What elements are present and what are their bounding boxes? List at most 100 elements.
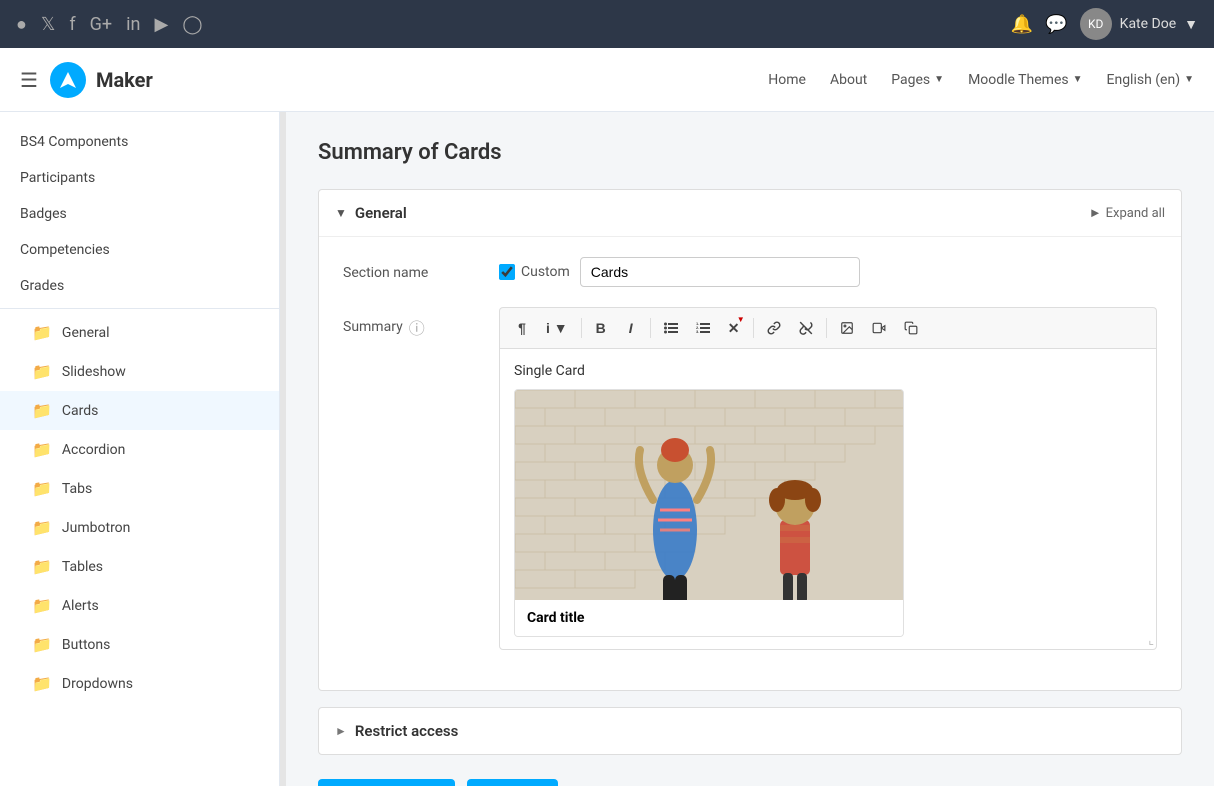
sidebar-item-grades[interactable]: Grades [0,268,279,304]
toolbar-clear-format-btn[interactable]: ✕ ▼ [720,314,748,342]
nav-home[interactable]: Home [768,72,806,88]
sidebar-item-buttons[interactable]: 📁 Buttons [0,625,279,664]
toolbar-info-btn[interactable]: i ▼ [538,314,576,342]
tabs-folder-icon: 📁 [32,479,52,498]
toolbar-copy-btn[interactable] [896,314,926,342]
sidebar-item-dropdowns[interactable]: 📁 Dropdowns [0,664,279,703]
google-plus-icon[interactable]: G+ [90,14,112,35]
jumbotron-label: Jumbotron [62,520,130,536]
instagram-icon[interactable]: ◯ [182,14,202,35]
toolbar-paragraph-btn[interactable]: ¶ [508,314,536,342]
sidebar: BS4 Components Participants Badges Compe… [0,112,280,786]
sidebar-item-tabs[interactable]: 📁 Tabs [0,469,279,508]
toolbar-image-btn[interactable] [832,314,862,342]
sidebar-item-bs4[interactable]: BS4 Components [0,124,279,160]
moodle-caret-icon: ▼ [1073,74,1083,85]
section-name-controls: Custom [499,257,1157,287]
user-name: Kate Doe [1120,16,1176,32]
nav-pages[interactable]: Pages ▼ [891,72,944,88]
user-dropdown-icon[interactable]: ▼ [1184,16,1198,33]
custom-checkbox[interactable] [499,264,515,280]
svg-text:3.: 3. [696,329,699,334]
badges-label: Badges [20,206,67,222]
topbar-social-links: ● 𝕏 f G+ in ▶ ◯ [16,14,202,35]
nav-language[interactable]: English (en) ▼ [1107,72,1195,88]
sidebar-item-badges[interactable]: Badges [0,196,279,232]
card-title-area: Card title [515,600,903,636]
jumbotron-folder-icon: 📁 [32,518,52,537]
editor-area: Single Card [499,348,1157,650]
hamburger-menu[interactable]: ☰ [20,68,38,92]
brand-icon [50,62,86,98]
expand-all-button[interactable]: ► Expand all [1089,205,1165,221]
save-changes-button[interactable]: Save changes [318,779,455,786]
cards-label: Cards [62,403,98,419]
buttons-label: Buttons [62,637,110,653]
bs4-label: BS4 Components [20,134,128,150]
restrict-access-header[interactable]: ► Restrict access [319,708,1181,754]
toolbar-italic-btn[interactable]: I [617,314,645,342]
facebook-icon[interactable]: f [69,14,75,35]
toolbar-sep-1 [581,318,582,338]
toolbar-unordered-list-btn[interactable] [656,314,686,342]
user-menu[interactable]: KD Kate Doe ▼ [1080,8,1198,40]
globe-icon[interactable]: ● [16,14,27,35]
general-label: General [62,325,110,341]
tabs-label: Tabs [62,481,92,497]
toolbar-link-btn[interactable] [759,314,789,342]
brand-name: Maker [96,68,153,92]
toolbar-unlink-btn[interactable] [791,314,821,342]
editor-resize-handle[interactable]: ⌞ [1148,633,1154,647]
sidebar-item-cards[interactable]: 📁 Cards [0,391,279,430]
brand: Maker [50,62,153,98]
custom-checkbox-label[interactable]: Custom [499,264,570,280]
toolbar-ordered-list-btn[interactable]: 1.2.3. [688,314,718,342]
general-section-body: Section name Custom Summary ⓘ [319,237,1181,690]
sidebar-item-competencies[interactable]: Competencies [0,232,279,268]
main-nav: Home About Pages ▼ Moodle Themes ▼ Engli… [768,72,1194,88]
section-name-input[interactable] [580,257,860,287]
expand-all-label: Expand all [1106,206,1165,221]
sidebar-item-general[interactable]: 📁 General [0,313,279,352]
alerts-label: Alerts [62,598,99,614]
main-layout: BS4 Components Participants Badges Compe… [0,112,1214,786]
sidebar-divider [0,308,279,309]
topbar-user-area: 🔔 💬 KD Kate Doe ▼ [1011,8,1198,40]
tables-folder-icon: 📁 [32,557,52,576]
nav-moodle-themes[interactable]: Moodle Themes ▼ [968,72,1082,88]
pages-caret-icon: ▼ [934,74,944,85]
accordion-label: Accordion [62,442,125,458]
toolbar-bold-btn[interactable]: B [587,314,615,342]
sidebar-item-participants[interactable]: Participants [0,160,279,196]
youtube-icon[interactable]: ▶ [154,14,168,35]
card-preview: Card title [514,389,904,637]
sidebar-item-alerts[interactable]: 📁 Alerts [0,586,279,625]
toolbar-sep-3 [753,318,754,338]
content-area: Summary of Cards ▼ General ► Expand all … [286,112,1214,786]
message-icon[interactable]: 💬 [1045,14,1067,35]
collapse-general-icon[interactable]: ▼ [335,206,347,220]
expand-all-icon: ► [1089,205,1102,221]
summary-editor-container: ¶ i ▼ B I 1.2.3. [499,307,1157,650]
sidebar-item-jumbotron[interactable]: 📁 Jumbotron [0,508,279,547]
cancel-button[interactable]: Cancel [467,779,559,786]
general-folder-icon: 📁 [32,323,52,342]
restrict-expand-icon: ► [335,724,347,738]
sidebar-item-accordion[interactable]: 📁 Accordion [0,430,279,469]
sidebar-item-slideshow[interactable]: 📁 Slideshow [0,352,279,391]
editor-content[interactable]: Single Card [500,349,1156,649]
page-title: Summary of Cards [318,140,1182,165]
tables-label: Tables [62,559,103,575]
toolbar-video-btn[interactable] [864,314,894,342]
linkedin-icon[interactable]: in [126,14,140,35]
editor-toolbar: ¶ i ▼ B I 1.2.3. [499,307,1157,348]
help-icon[interactable]: ⓘ [409,315,425,339]
nav-about[interactable]: About [830,72,867,88]
slideshow-folder-icon: 📁 [32,362,52,381]
section-title-area: ▼ General [335,204,407,222]
notification-icon[interactable]: 🔔 [1011,14,1033,35]
editor-text-single-card: Single Card [514,363,1142,379]
sidebar-item-tables[interactable]: 📁 Tables [0,547,279,586]
accordion-folder-icon: 📁 [32,440,52,459]
twitter-icon[interactable]: 𝕏 [41,14,56,35]
